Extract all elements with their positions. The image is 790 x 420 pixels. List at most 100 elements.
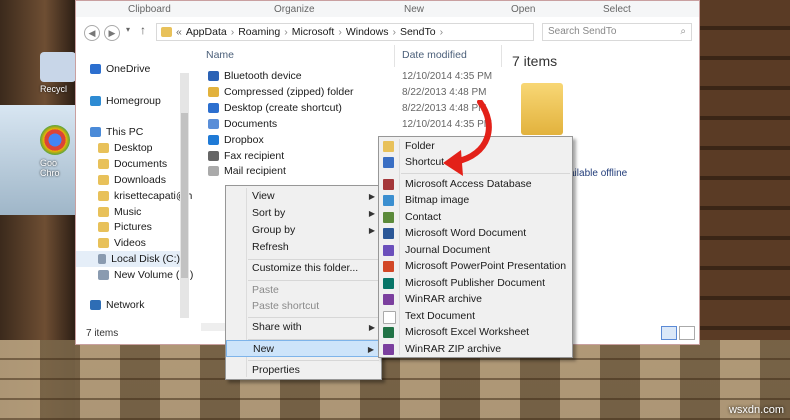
nav-item-user[interactable]: krisettecapati@h: [98, 190, 192, 202]
address-bar-row: ◀ ▶ ▾ ↑ « AppData › Roaming › Microsoft › W…: [76, 17, 699, 45]
folder-icon: [98, 238, 109, 248]
nav-item-onedrive[interactable]: OneDrive: [90, 63, 150, 75]
nav-item-music[interactable]: Music: [98, 206, 141, 218]
word-icon: [383, 228, 394, 239]
ribbon-group-select: Select: [603, 4, 631, 15]
file-row[interactable]: Compressed (zipped) folder: [208, 86, 354, 98]
menu-item-paste-shortcut[interactable]: Paste shortcut: [226, 298, 381, 315]
nav-item-pictures[interactable]: Pictures: [98, 221, 152, 233]
column-header-name[interactable]: Name: [206, 49, 234, 61]
file-row[interactable]: Mail recipient: [208, 165, 286, 177]
new-text-item[interactable]: Text Document: [379, 308, 572, 325]
new-publisher-item[interactable]: Microsoft Publisher Document: [379, 275, 572, 292]
search-input[interactable]: Search SendTo ⌕: [542, 23, 692, 41]
nav-item-downloads[interactable]: Downloads: [98, 174, 166, 186]
file-row[interactable]: Bluetooth device: [208, 70, 302, 82]
folder-icon: [161, 27, 172, 37]
recycle-bin-icon[interactable]: [40, 52, 76, 82]
mail-icon: [208, 166, 219, 176]
new-word-item[interactable]: Microsoft Word Document: [379, 225, 572, 242]
ribbon-group-open: Open: [511, 4, 536, 15]
new-winrar-item[interactable]: WinRAR archive: [379, 291, 572, 308]
nav-scrollbar[interactable]: [180, 73, 189, 318]
folder-icon: [98, 159, 109, 169]
nav-item-local-disk[interactable]: Local Disk (C:): [76, 251, 180, 267]
crumb-roaming[interactable]: Roaming: [238, 26, 280, 38]
crumb-windows[interactable]: Windows: [346, 26, 389, 38]
nav-item-videos[interactable]: Videos: [98, 237, 146, 249]
large-folder-icon: [521, 83, 563, 135]
submenu-arrow-icon: ▶: [368, 209, 375, 218]
menu-item-new[interactable]: New ▶: [226, 340, 381, 357]
breadcrumb[interactable]: « AppData › Roaming › Microsoft › Windows › …: [156, 23, 534, 41]
red-arrow-annotation: [443, 100, 492, 176]
back-icon[interactable]: ◀: [84, 25, 100, 41]
ribbon-group-clipboard: Clipboard: [128, 4, 171, 15]
new-excel-item[interactable]: Microsoft Excel Worksheet: [379, 324, 572, 341]
ribbon-group-organize: Organize: [274, 4, 315, 15]
access-icon: [383, 179, 394, 190]
details-pane-title: 7 items: [512, 53, 558, 69]
navigation-pane: OneDrive Homegroup This PC Desktop Docum…: [76, 49, 193, 329]
details-view-icon[interactable]: [661, 326, 677, 340]
shortcut-icon: [383, 157, 394, 168]
new-contact-item[interactable]: Contact: [379, 209, 572, 226]
nav-item-this-pc[interactable]: This PC: [90, 126, 143, 138]
drive-icon: [98, 270, 109, 280]
menu-item-share-with[interactable]: Share with ▶: [226, 319, 381, 336]
documents-icon: [208, 119, 219, 129]
new-bitmap-item[interactable]: Bitmap image: [379, 192, 572, 209]
crumb-appdata[interactable]: AppData: [186, 26, 227, 38]
menu-item-group-by[interactable]: Group by ▶: [226, 222, 381, 239]
publisher-icon: [383, 278, 394, 289]
chrome-icon[interactable]: [40, 125, 70, 155]
menu-item-properties[interactable]: Properties: [226, 362, 381, 379]
new-powerpoint-item[interactable]: Microsoft PowerPoint Presentation: [379, 258, 572, 275]
recycle-bin-label: Recycl: [40, 84, 68, 94]
menu-item-refresh[interactable]: Refresh: [226, 239, 381, 256]
drive-icon: [98, 254, 107, 264]
menu-item-view[interactable]: View ▶: [226, 188, 381, 205]
menu-item-customize[interactable]: Customize this folder...: [226, 260, 381, 277]
context-menu: View ▶ Sort by ▶ Group by ▶ Refresh Customi…: [225, 185, 382, 380]
offline-status: vailable offline: [564, 168, 628, 179]
file-row[interactable]: Fax recipient: [208, 150, 284, 162]
winrar-icon: [383, 294, 394, 305]
nav-item-network[interactable]: Network: [90, 299, 145, 311]
crumb-sendto[interactable]: SendTo: [400, 26, 436, 38]
up-icon[interactable]: ↑: [140, 23, 146, 37]
large-icons-view-icon[interactable]: [679, 326, 695, 340]
file-row[interactable]: Documents: [208, 118, 277, 130]
submenu-arrow-icon: ▶: [367, 345, 374, 354]
dropbox-icon: [208, 135, 219, 145]
submenu-arrow-icon: ▶: [368, 192, 375, 201]
nav-item-desktop[interactable]: Desktop: [98, 142, 153, 154]
crumb-microsoft[interactable]: Microsoft: [292, 26, 335, 38]
column-header-date[interactable]: Date modified: [402, 49, 467, 61]
forward-icon[interactable]: ▶: [104, 25, 120, 41]
recent-locations-icon[interactable]: ▾: [126, 25, 130, 34]
menu-item-paste[interactable]: Paste: [226, 282, 381, 299]
new-winrar-zip-item[interactable]: WinRAR ZIP archive: [379, 341, 572, 358]
winrar-zip-icon: [383, 344, 394, 355]
folder-icon: [383, 141, 394, 152]
folder-icon: [98, 143, 109, 153]
nav-item-documents[interactable]: Documents: [98, 158, 167, 170]
submenu-arrow-icon: ▶: [368, 226, 375, 235]
computer-icon: [90, 127, 101, 137]
file-row[interactable]: Dropbox: [208, 134, 264, 146]
file-row[interactable]: Desktop (create shortcut): [208, 102, 342, 114]
bitmap-icon: [383, 195, 394, 206]
folder-icon: [98, 207, 109, 217]
scrollbar-thumb[interactable]: [181, 113, 188, 278]
folder-icon: [98, 191, 109, 201]
folder-icon: [98, 175, 109, 185]
nav-item-homegroup[interactable]: Homegroup: [90, 95, 161, 107]
new-journal-item[interactable]: Journal Document: [379, 242, 572, 259]
ribbon: Clipboard Organize New Open Select: [76, 1, 699, 18]
search-icon[interactable]: ⌕: [680, 26, 686, 38]
item-count: 7 items: [86, 328, 119, 339]
journal-icon: [383, 245, 394, 256]
fax-icon: [208, 151, 219, 161]
menu-item-sort-by[interactable]: Sort by ▶: [226, 205, 381, 222]
